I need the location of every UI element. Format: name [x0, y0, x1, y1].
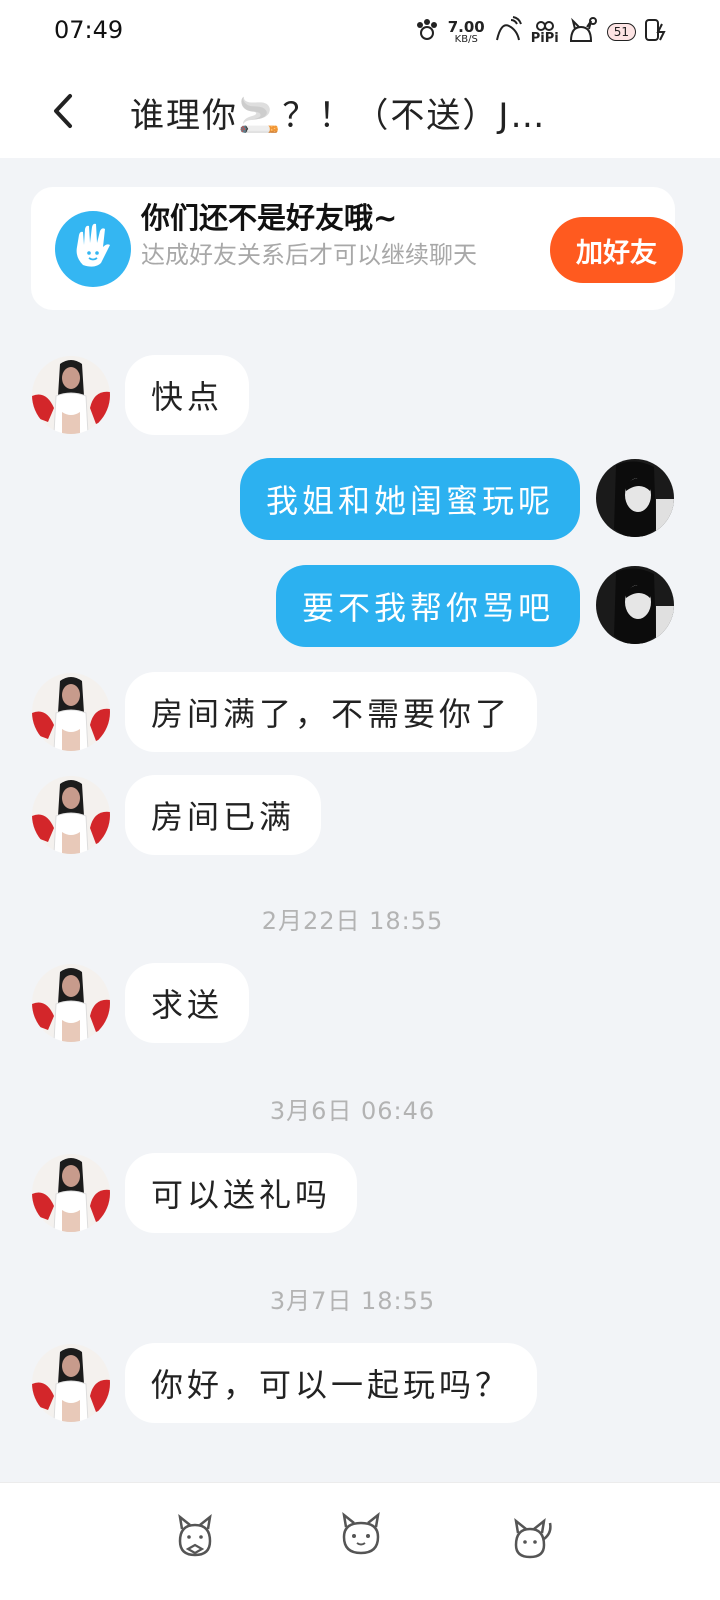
incoming-message-bubble[interactable]: 房间满了，不需要你了 — [125, 672, 538, 752]
not-friend-notice: 你们还不是好友哦~ 达成好友关系后才可以继续聊天 加好友 — [31, 187, 683, 310]
status-bar: 07:49 7.00 KB/S PiPi 51 — [0, 0, 720, 64]
outgoing-message-bubble[interactable]: 要不我帮你骂吧 — [275, 565, 580, 647]
pipi-icon: PiPi — [531, 20, 559, 45]
notice-description: 达成好友关系后才可以继续聊天 — [141, 241, 477, 269]
contact-avatar[interactable] — [32, 964, 110, 1042]
incoming-message-bubble[interactable]: 房间已满 — [125, 775, 322, 855]
contact-avatar[interactable] — [32, 356, 110, 434]
incoming-message-bubble[interactable]: 快点 — [125, 355, 250, 435]
battery-level-badge: 51 — [606, 23, 636, 41]
contact-avatar[interactable] — [32, 673, 110, 751]
incoming-message-bubble[interactable]: 可以送礼吗 — [125, 1153, 358, 1233]
charging-icon — [644, 16, 670, 48]
contact-avatar[interactable] — [32, 1154, 110, 1232]
outgoing-message-bubble[interactable]: 我姐和她闺蜜玩呢 — [239, 458, 580, 540]
hand-wave-icon — [55, 211, 131, 287]
message-timestamp: 2月22日 18:55 — [261, 907, 444, 935]
chevron-left-icon — [54, 94, 72, 128]
cat-with-bow-icon[interactable] — [170, 1511, 220, 1561]
cat-waving-icon[interactable] — [506, 1511, 556, 1561]
paw-icon — [414, 17, 440, 47]
my-avatar[interactable] — [596, 459, 674, 537]
cat-face-icon[interactable] — [336, 1511, 386, 1561]
cat-wifi-icon — [493, 16, 523, 48]
status-icons: 7.00 KB/S PiPi 51 — [414, 14, 670, 50]
contact-avatar[interactable] — [32, 776, 110, 854]
message-timestamp: 3月7日 18:55 — [269, 1287, 436, 1315]
bottom-bar — [0, 1482, 720, 1600]
add-friend-button[interactable]: 加好友 — [550, 217, 683, 283]
message-timestamp: 3月6日 06:46 — [269, 1097, 436, 1125]
incoming-message-bubble[interactable]: 求送 — [125, 963, 250, 1043]
network-speed: 7.00 KB/S — [447, 17, 485, 45]
status-time: 07:49 — [54, 16, 124, 44]
cat-signal-icon — [567, 15, 599, 49]
chat-header: 谁理你🚬？！（不送）J… — [0, 64, 720, 158]
chat-title: 谁理你🚬？！（不送）J… — [130, 96, 547, 136]
back-button[interactable] — [44, 86, 84, 136]
notice-title: 你们还不是好友哦~ — [141, 201, 398, 235]
my-avatar[interactable] — [596, 566, 674, 644]
contact-avatar[interactable] — [32, 1344, 110, 1422]
incoming-message-bubble[interactable]: 你好，可以一起玩吗？ — [125, 1343, 538, 1423]
